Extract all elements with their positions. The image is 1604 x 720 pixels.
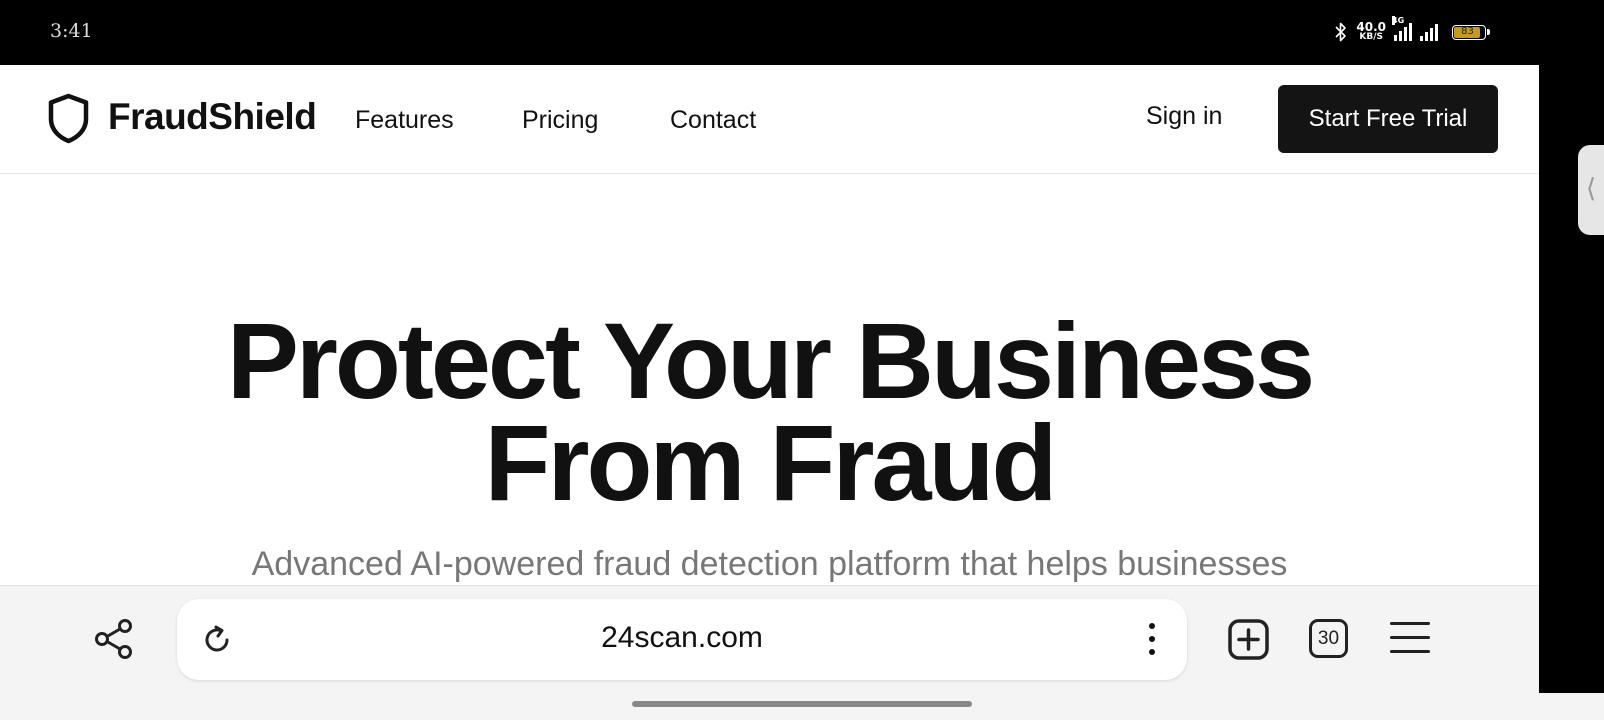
net-speed: 40.0 KB/S xyxy=(1356,20,1386,42)
network-type: 4G xyxy=(1392,16,1405,25)
side-panel-handle[interactable]: ⟨ xyxy=(1578,145,1604,235)
shield-icon xyxy=(48,93,89,144)
tab-count: 30 xyxy=(1317,627,1340,649)
url-text[interactable]: 24scan.com xyxy=(177,621,1187,655)
net-speed-unit: KB/S xyxy=(1359,32,1383,42)
hero-subtitle: Advanced AI-powered fraud detection plat… xyxy=(251,545,1288,583)
signal-icon xyxy=(1420,23,1438,41)
sign-in-link[interactable]: Sign in xyxy=(1146,102,1222,131)
status-icons: 40.0 KB/S 4G 83 xyxy=(1334,16,1490,43)
address-bar[interactable]: 24scan.com xyxy=(177,599,1187,680)
status-time: 3:41 xyxy=(50,20,93,42)
battery-level: 83 xyxy=(1461,25,1474,37)
web-page: FraudShield Features Pricing Contact Sig… xyxy=(0,65,1539,585)
net-speed-value: 40.0 xyxy=(1356,20,1386,34)
nav-link-contact[interactable]: Contact xyxy=(670,106,756,135)
share-icon[interactable] xyxy=(94,618,136,660)
battery-icon: 83 xyxy=(1452,24,1490,40)
chevron-left-icon: ⟨ xyxy=(1586,173,1597,203)
hero-title-line-2: From Fraud xyxy=(484,402,1057,523)
brand-name[interactable]: FraudShield xyxy=(108,96,317,138)
site-header: FraudShield Features Pricing Contact Sig… xyxy=(0,65,1539,174)
home-indicator[interactable] xyxy=(632,701,972,707)
bluetooth-icon xyxy=(1335,22,1347,42)
more-vertical-icon[interactable] xyxy=(1149,623,1157,657)
browser-bottom-bar: 24scan.com 30 xyxy=(0,585,1539,693)
tabs-count-button[interactable]: 30 xyxy=(1309,619,1348,658)
nav-link-pricing[interactable]: Pricing xyxy=(522,106,598,135)
nav-link-features[interactable]: Features xyxy=(355,106,454,135)
plus-square-icon[interactable] xyxy=(1228,619,1269,660)
status-bar: 3:41 40.0 KB/S 4G 83 xyxy=(0,0,1604,65)
start-free-trial-button[interactable]: Start Free Trial xyxy=(1278,85,1498,153)
hero-title: Protect Your Business From Fraud xyxy=(0,307,1539,517)
hamburger-icon[interactable] xyxy=(1390,622,1430,654)
signal-4g-icon: 4G xyxy=(1392,16,1412,41)
